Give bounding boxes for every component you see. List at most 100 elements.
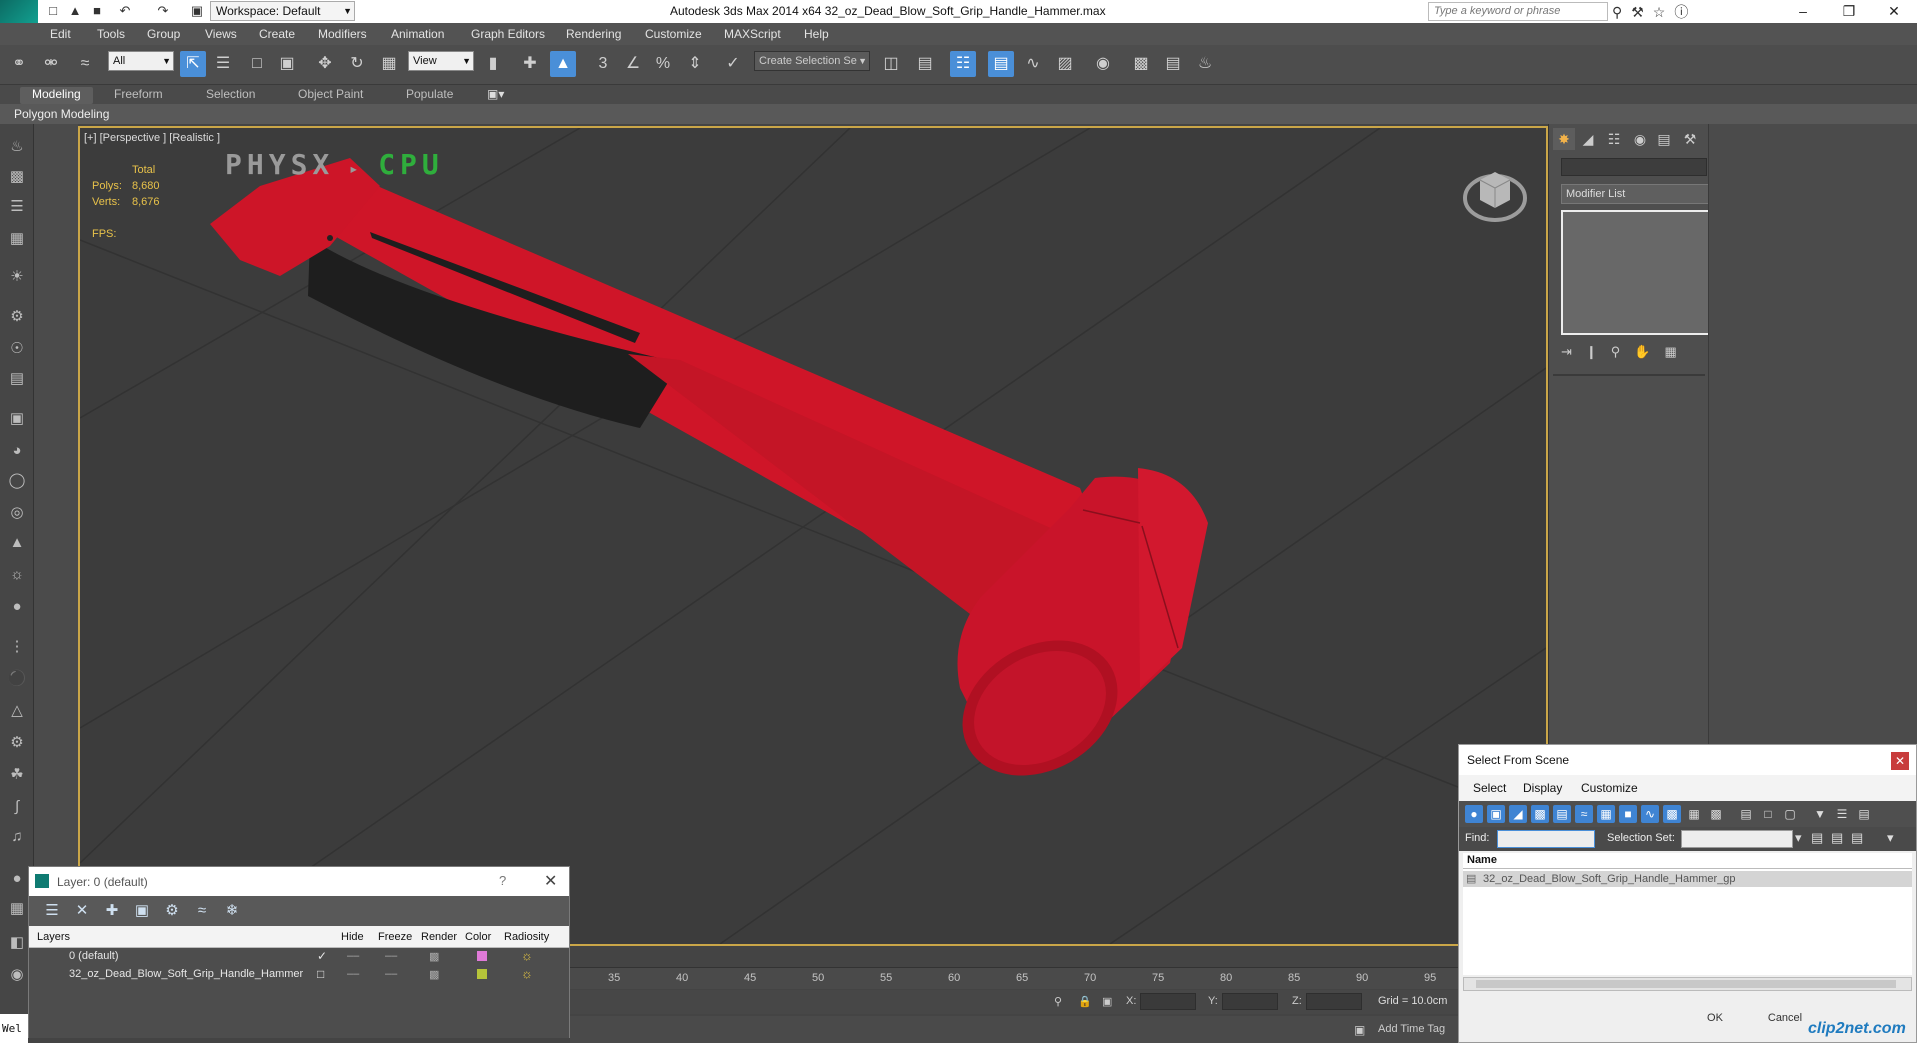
layer-color-swatch[interactable]	[477, 969, 487, 979]
pivot-center-icon[interactable]: ▮	[480, 51, 506, 77]
menu-help[interactable]: Help	[804, 27, 829, 41]
select-object-icon[interactable]: ⇱	[180, 51, 206, 77]
minimize-button[interactable]: –	[1780, 1, 1826, 22]
scrollbar-thumb[interactable]	[1476, 980, 1896, 988]
col-color[interactable]: Color	[465, 931, 491, 943]
tab-populate[interactable]: Populate	[406, 87, 453, 101]
cameras-filter-icon[interactable]: ▩	[1531, 805, 1549, 823]
object-name-field[interactable]	[1561, 158, 1707, 176]
rectangular-selection-icon[interactable]: □	[244, 51, 270, 77]
light-bulb-icon[interactable]: ☀	[6, 266, 28, 288]
layer-color-swatch[interactable]	[477, 951, 487, 961]
menu-graph-editors[interactable]: Graph Editors	[471, 27, 545, 41]
hide-all-icon[interactable]: ≈	[193, 902, 211, 920]
radiosity-icon[interactable]: ☼	[521, 948, 533, 963]
select-manipulate-icon[interactable]: ✚	[517, 51, 543, 77]
selection-filter-dropdown[interactable]: All ▼	[108, 51, 174, 71]
helpers-filter-icon[interactable]: ▤	[1553, 805, 1571, 823]
layer-row[interactable]: 32_oz_Dead_Blow_Soft_Grip_Handle_Hammer …	[29, 966, 569, 984]
x-coordinate-field[interactable]	[1140, 993, 1196, 1010]
xrefs-filter-icon[interactable]: ■	[1619, 805, 1637, 823]
tab-selection[interactable]: Selection	[206, 87, 255, 101]
polygon-modeling-label[interactable]: Polygon Modeling	[14, 107, 109, 121]
angle-snap-icon[interactable]: ∠	[620, 51, 646, 77]
time-slider-track[interactable]: 35 40 45 50 55 60 65 70 75 80 85 90 95	[570, 967, 1460, 989]
helper-icon[interactable]: ⚙	[6, 306, 28, 328]
material-editor-icon[interactable]: ◉	[1090, 51, 1116, 77]
torus-icon[interactable]: ◎	[6, 502, 28, 524]
chevron-down-icon[interactable]: ▾	[1795, 830, 1802, 846]
hair-icon[interactable]: ∫	[6, 796, 28, 818]
bones-filter-icon[interactable]: ∿	[1641, 805, 1659, 823]
list-item[interactable]: ▤ 32_oz_Dead_Blow_Soft_Grip_Handle_Hamme…	[1463, 871, 1912, 887]
rendered-frame-window-icon[interactable]: ▤	[1160, 51, 1186, 77]
modifier-stack-controls[interactable]: ⇥❙⚲✋▦	[1561, 344, 1727, 364]
select-invert-icon[interactable]: ▢	[1781, 805, 1799, 823]
time-tag-icon[interactable]: ▣	[1354, 1023, 1365, 1037]
infocenter-icons[interactable]: ⚲⚒☆ⓘ	[1612, 2, 1697, 22]
reel-icon[interactable]: ☉	[6, 338, 28, 360]
freeze-toggle[interactable]: ––	[385, 950, 397, 962]
add-selection-set-icon[interactable]: ▤	[1831, 830, 1843, 846]
add-to-layer-icon[interactable]: ✚	[103, 902, 121, 920]
close-icon[interactable]: ✕	[1891, 752, 1909, 770]
menu-views[interactable]: Views	[205, 27, 237, 41]
curve-editor-icon[interactable]: ∿	[1020, 51, 1046, 77]
redo-icon[interactable]: ↷	[154, 3, 172, 20]
columns-icon[interactable]: ▤	[1855, 805, 1873, 823]
shapes-filter-icon[interactable]: ▣	[1487, 805, 1505, 823]
isolate-icon[interactable]: ⚲	[1054, 995, 1062, 1008]
freeze-all-icon[interactable]: ❄	[223, 902, 241, 920]
render-toggle-icon[interactable]: ▩	[429, 950, 439, 963]
display-none-icon[interactable]: ▩	[1707, 805, 1725, 823]
hide-toggle[interactable]: ––	[347, 968, 359, 980]
snaps-toggle-icon[interactable]: 3	[590, 51, 616, 77]
viewcube-icon[interactable]	[1460, 158, 1530, 228]
lock-icon[interactable]: 🔒	[1078, 995, 1092, 1008]
ribbon-options-icon[interactable]: ▣▾	[487, 87, 504, 101]
sfs-menu-select[interactable]: Select	[1473, 781, 1506, 795]
tab-modeling[interactable]: Modeling	[20, 87, 93, 104]
hide-toggle[interactable]: ––	[347, 950, 359, 962]
ribbon-toggle-icon[interactable]: ▤	[988, 51, 1014, 77]
highlight-layer-icon[interactable]: ⚙	[163, 902, 181, 920]
save-file-icon[interactable]: ■	[88, 3, 106, 20]
teapot-icon[interactable]: ♨	[6, 136, 28, 158]
cancel-button[interactable]: Cancel	[1755, 1007, 1815, 1029]
name-column-header[interactable]: Name	[1463, 853, 1912, 869]
scene-list-icon[interactable]: ☰	[6, 196, 28, 218]
restore-button[interactable]: ❐	[1826, 1, 1872, 22]
lights-filter-icon[interactable]: ◢	[1509, 805, 1527, 823]
move-icon[interactable]: ✥	[312, 51, 338, 77]
attach-icon[interactable]: ◧	[6, 932, 28, 954]
sphere-icon[interactable]: ◯	[6, 470, 28, 492]
menu-animation[interactable]: Animation	[391, 27, 444, 41]
add-time-tag[interactable]: Add Time Tag	[1378, 1023, 1445, 1035]
filter-icon[interactable]: ▼	[1811, 805, 1829, 823]
keyboard-shortcut-override-icon[interactable]: ▲	[550, 51, 576, 77]
col-render[interactable]: Render	[421, 931, 457, 943]
select-by-name-icon[interactable]: ☰	[210, 51, 236, 77]
menu-edit[interactable]: Edit	[50, 27, 71, 41]
close-icon[interactable]: ✕	[544, 871, 557, 891]
current-layer-box-icon[interactable]: □	[317, 967, 324, 981]
grass-icon[interactable]: ☘	[6, 764, 28, 786]
film-icon[interactable]: ▤	[6, 368, 28, 390]
spacewarps-filter-icon[interactable]: ≈	[1575, 805, 1593, 823]
containers-filter-icon[interactable]: ▩	[1663, 805, 1681, 823]
render-teapot-icon[interactable]: ♨	[1192, 51, 1218, 77]
utilities-tab-icon[interactable]: ⚒	[1679, 128, 1701, 150]
spinner-snap-icon[interactable]: ⇕	[682, 51, 708, 77]
rotate-icon[interactable]: ↻	[344, 51, 370, 77]
script-icon[interactable]: ▦	[6, 898, 28, 920]
freeze-toggle[interactable]: ––	[385, 968, 397, 980]
render-setup-icon[interactable]: ▩	[1128, 51, 1154, 77]
groups-filter-icon[interactable]: ▦	[1597, 805, 1615, 823]
scene-object-list[interactable]: ▤ 32_oz_Dead_Blow_Soft_Grip_Handle_Hamme…	[1463, 869, 1912, 975]
menu-customize[interactable]: Customize	[645, 27, 702, 41]
hierarchy-icon[interactable]: ☰	[1833, 805, 1851, 823]
unlink-icon[interactable]: ⚮	[38, 51, 64, 77]
gear-icon[interactable]: ⚙	[6, 732, 28, 754]
create-tab-icon[interactable]: ✸	[1553, 128, 1575, 150]
app-logo-icon[interactable]	[0, 0, 38, 23]
